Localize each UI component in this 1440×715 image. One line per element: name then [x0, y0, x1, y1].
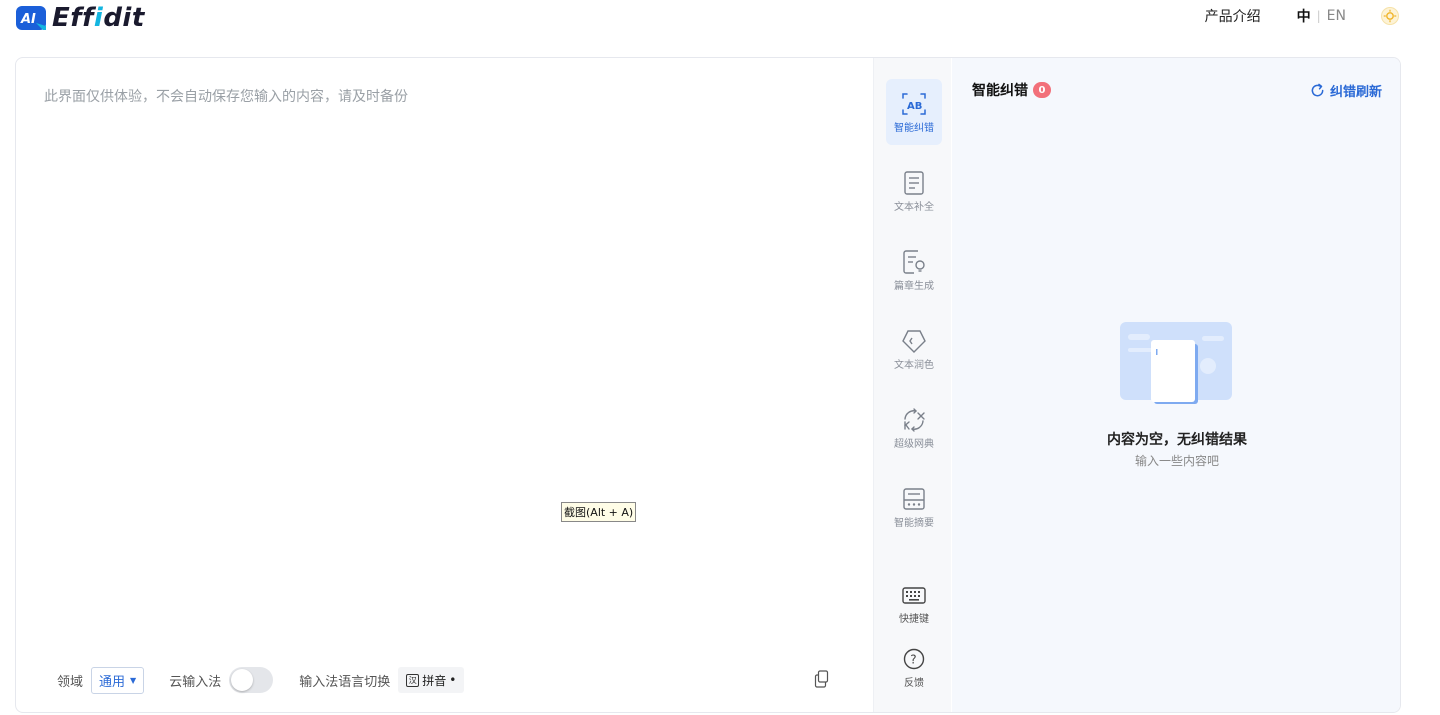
tool-article-generation[interactable]: 篇章生成: [886, 237, 942, 303]
feedback-button[interactable]: ? 反馈: [886, 634, 942, 700]
ime-mode-label: 拼音: [422, 673, 447, 688]
logo-wordmark: Effidit: [52, 3, 145, 33]
question-circle-icon: ?: [903, 648, 925, 669]
effidit-logo[interactable]: AI Effidit: [16, 3, 145, 33]
cloud-ime-toggle[interactable]: [229, 667, 274, 693]
svg-text:AB: AB: [907, 101, 922, 112]
correction-panel: 智能纠错 0 纠错刷新 内容为空，无纠错结果 输入一些内容吧: [952, 58, 1400, 712]
ime-language-button[interactable]: 汉 拼音 •: [398, 667, 465, 693]
sun-theme-icon[interactable]: [1380, 6, 1400, 26]
ime-switch-label: 输入法语言切换: [299, 674, 391, 690]
svg-text:?: ?: [910, 652, 916, 666]
top-nav: 产品介绍 中 | EN: [1205, 6, 1400, 26]
chevron-down-icon: ▼: [130, 675, 137, 685]
tool-smart-correction[interactable]: AB 智能纠错: [886, 79, 942, 145]
panel-title: 智能纠错 0: [972, 80, 1051, 100]
empty-document-illustration: [1120, 322, 1232, 404]
refresh-icon: [1311, 83, 1324, 97]
tool-rail: AB 智能纠错 文本补全 篇章生成 文本润色 超级网典 智能摘要 快捷键 ? 反…: [873, 58, 951, 712]
ab-scan-icon: AB: [902, 92, 926, 115]
document-icon: [904, 170, 924, 195]
diamond-tag-icon: [902, 329, 926, 353]
tool-text-polish[interactable]: 文本润色: [886, 316, 942, 382]
domain-value: 通用: [99, 674, 126, 690]
keyboard-icon: [902, 586, 926, 604]
text-editor[interactable]: 此界面仅供体验，不会自动保存您输入的内容，请及时备份 截图(Alt + A) 领…: [16, 58, 873, 712]
lang-en-option[interactable]: EN: [1327, 8, 1346, 24]
cloud-ime-label: 云输入法: [169, 674, 222, 690]
editor-placeholder: 此界面仅供体验，不会自动保存您输入的内容，请及时备份: [44, 89, 408, 105]
empty-state-title: 内容为空，无纠错结果: [1107, 432, 1247, 448]
copy-icon[interactable]: [814, 670, 830, 688]
lang-separator: |: [1316, 9, 1321, 23]
top-header: AI Effidit 产品介绍 中 | EN: [0, 0, 1440, 36]
tool-smart-summary[interactable]: 智能摘要: [886, 474, 942, 540]
translate-icon: [904, 407, 925, 432]
han-char-icon: 汉: [406, 673, 420, 687]
domain-select[interactable]: 通用 ▼: [91, 666, 145, 694]
ime-dot: •: [449, 673, 457, 687]
empty-state-subtitle: 输入一些内容吧: [1134, 454, 1219, 468]
toggle-knob: [231, 669, 254, 691]
domain-label: 领域: [57, 674, 84, 690]
refresh-correction-button[interactable]: 纠错刷新: [1310, 81, 1382, 100]
document-bulb-icon: [903, 249, 925, 274]
error-count-badge: 0: [1033, 82, 1051, 98]
ai-logo-icon: AI: [16, 6, 46, 30]
nav-product-intro[interactable]: 产品介绍: [1205, 6, 1261, 26]
main-workspace: 此界面仅供体验，不会自动保存您输入的内容，请及时备份 截图(Alt + A) 领…: [15, 57, 1401, 713]
svg-text:AI: AI: [20, 12, 36, 27]
editor-bottom-bar: 领域 通用 ▼ 云输入法 输入法语言切换 汉 拼音 •: [57, 666, 465, 694]
shortcuts-button[interactable]: 快捷键: [886, 570, 942, 636]
tool-text-completion[interactable]: 文本补全: [886, 158, 942, 224]
screenshot-tooltip: 截图(Alt + A): [561, 502, 637, 522]
tool-super-dictionary[interactable]: 超级网典: [886, 395, 942, 461]
summary-icon: [903, 487, 925, 510]
lang-zh-option[interactable]: 中: [1297, 6, 1311, 26]
